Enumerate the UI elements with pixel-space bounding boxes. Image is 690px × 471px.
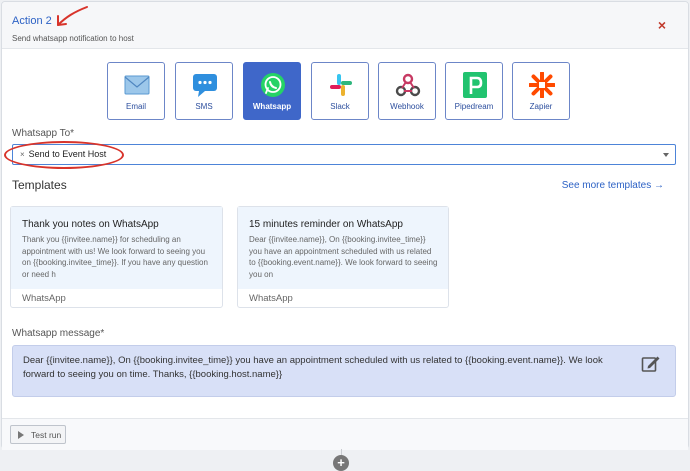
- template-card[interactable]: Thank you notes on WhatsApp Thank you {{…: [10, 206, 223, 308]
- channel-label: Pipedream: [454, 102, 494, 111]
- channel-pipedream-button[interactable]: Pipedream: [445, 62, 503, 120]
- channel-label: Email: [125, 102, 146, 111]
- template-card-body: Thank you notes on WhatsApp Thank you {{…: [11, 207, 222, 289]
- pipedream-icon: [463, 72, 487, 98]
- action-footer: Test run: [2, 418, 688, 450]
- sms-icon: [193, 74, 217, 97]
- channel-label: Webhook: [390, 102, 424, 111]
- whatsapp-icon: [261, 73, 285, 97]
- templates-heading: Templates: [12, 178, 67, 192]
- template-description: Dear {{invitee.name}}, On {{booking.invi…: [249, 235, 438, 279]
- test-run-button[interactable]: Test run: [10, 425, 66, 444]
- action-panel: Action 2 Send whatsapp notification to h…: [1, 1, 689, 450]
- test-run-label: Test run: [31, 430, 62, 440]
- add-action-button[interactable]: +: [333, 455, 349, 471]
- recipient-tag-label: Send to Event Host: [28, 149, 107, 159]
- play-icon: [18, 431, 24, 439]
- channel-sms-button[interactable]: SMS: [175, 62, 233, 120]
- zapier-icon: [529, 72, 555, 98]
- close-icon[interactable]: ×: [658, 17, 666, 33]
- whatsapp-message-text: Dear {{invitee.name}}, On {{booking.invi…: [23, 355, 603, 380]
- annotation-arrow-icon: [57, 6, 88, 26]
- tag-remove-icon[interactable]: ×: [20, 150, 25, 159]
- channel-email-button[interactable]: Email: [107, 62, 165, 120]
- channel-webhook-button[interactable]: Webhook: [378, 62, 436, 120]
- whatsapp-message-box[interactable]: Dear {{invitee.name}}, On {{booking.invi…: [12, 345, 676, 397]
- email-icon: [124, 75, 150, 95]
- template-title: Thank you notes on WhatsApp: [22, 219, 159, 230]
- channel-slack-button[interactable]: Slack: [311, 62, 369, 120]
- template-card[interactable]: 15 minutes reminder on WhatsApp Dear {{i…: [237, 206, 449, 308]
- channel-zapier-button[interactable]: Zapier: [512, 62, 570, 120]
- edit-icon[interactable]: [641, 355, 661, 373]
- channel-label: Whatsapp: [252, 102, 292, 111]
- channel-label: Slack: [330, 102, 350, 111]
- action-title: Action 2: [12, 15, 52, 27]
- template-title: 15 minutes reminder on WhatsApp: [249, 219, 403, 230]
- template-channel: WhatsApp: [249, 293, 293, 304]
- chevron-down-icon[interactable]: [663, 153, 669, 157]
- whatsapp-to-select[interactable]: × Send to Event Host: [12, 144, 676, 165]
- recipient-tag: × Send to Event Host: [20, 149, 106, 159]
- see-more-templates-link[interactable]: See more templates →: [562, 180, 664, 191]
- action-header: Action 2 Send whatsapp notification to h…: [2, 2, 688, 49]
- template-description: Thank you {{invitee.name}} for schedulin…: [22, 235, 208, 279]
- slack-icon: [330, 74, 352, 96]
- webhook-icon: [395, 73, 421, 97]
- action-subtitle: Send whatsapp notification to host: [12, 34, 134, 43]
- channel-label: SMS: [195, 102, 213, 111]
- template-channel: WhatsApp: [22, 293, 66, 304]
- channel-whatsapp-button[interactable]: Whatsapp: [243, 62, 301, 120]
- whatsapp-message-label: Whatsapp message*: [12, 328, 105, 339]
- template-card-body: 15 minutes reminder on WhatsApp Dear {{i…: [238, 207, 448, 289]
- channel-label: Zapier: [529, 102, 553, 111]
- arrow-right-icon: →: [654, 180, 664, 191]
- whatsapp-to-label: Whatsapp To*: [12, 128, 75, 139]
